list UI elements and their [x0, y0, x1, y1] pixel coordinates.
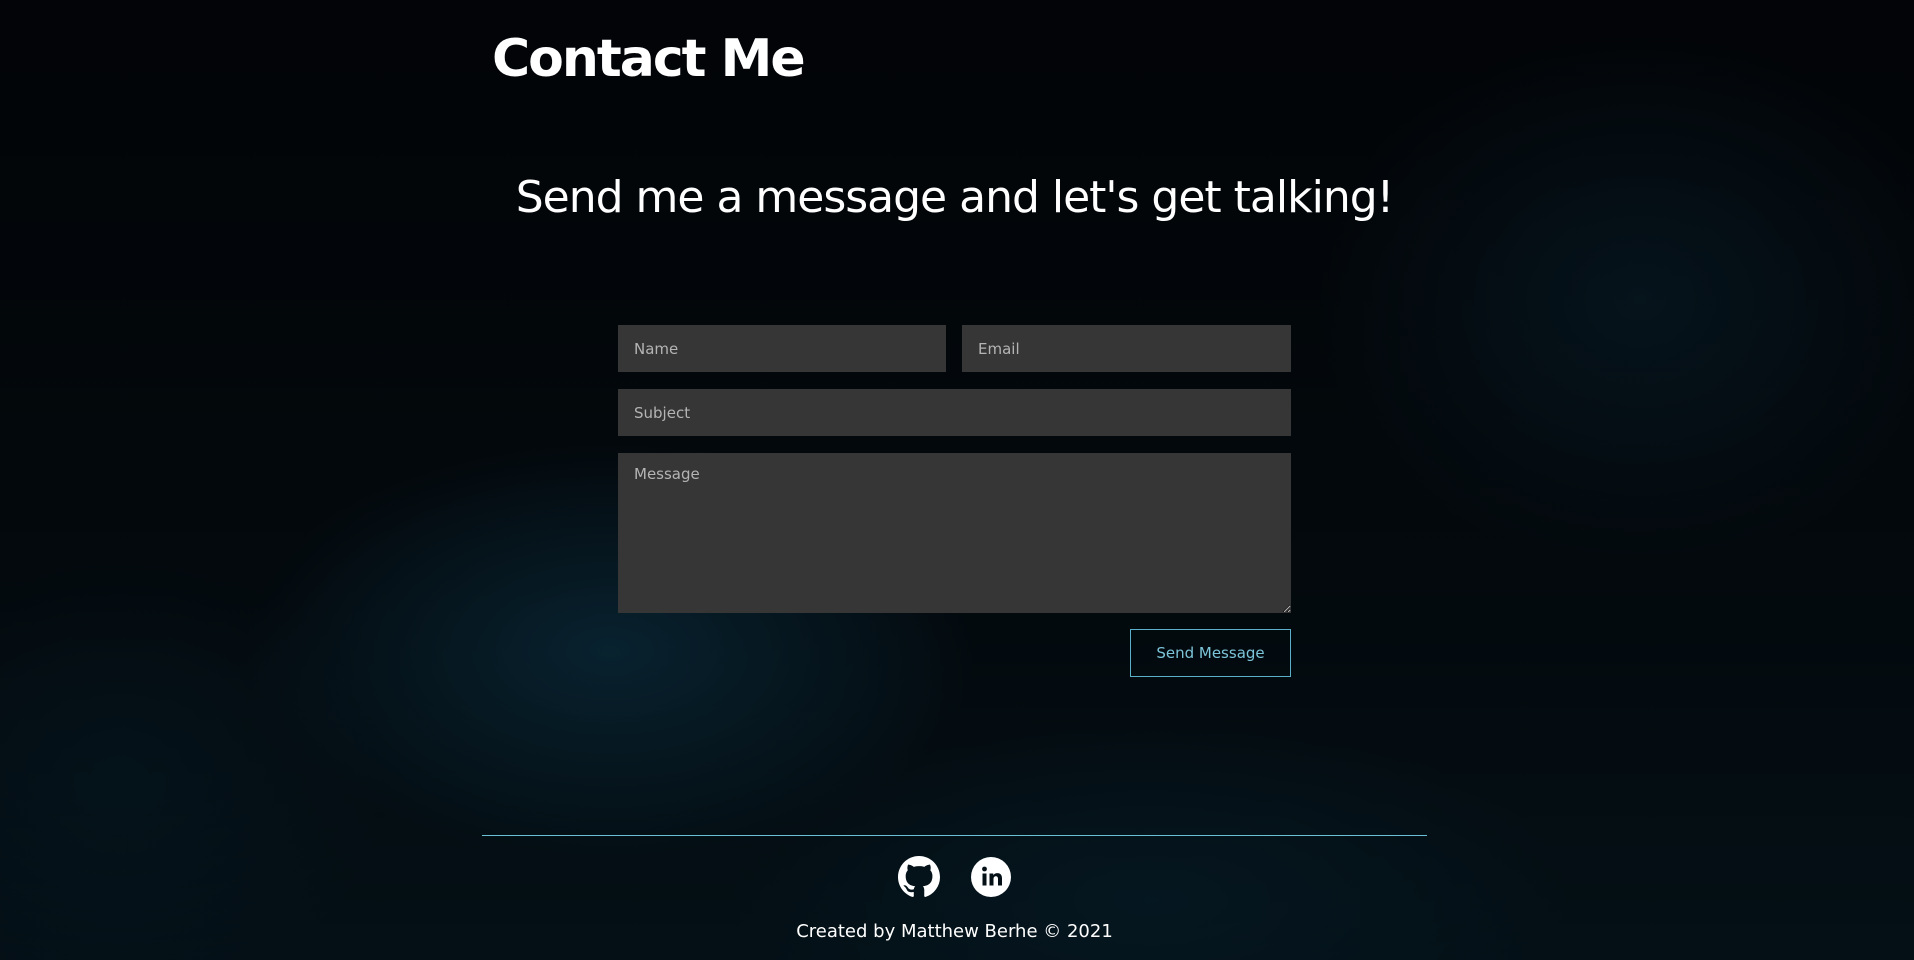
footer-credit: Created by Matthew Berhe © 2021 — [796, 921, 1113, 942]
page-title: Contact Me — [492, 29, 806, 89]
message-field[interactable] — [618, 453, 1291, 613]
subject-field[interactable] — [618, 389, 1291, 436]
linkedin-link[interactable] — [970, 856, 1012, 898]
github-icon — [898, 856, 940, 897]
email-field[interactable] — [962, 325, 1291, 372]
contact-tagline: Send me a message and let's get talking! — [515, 172, 1395, 223]
name-field[interactable] — [618, 325, 946, 372]
footer-divider — [482, 835, 1427, 836]
page-container: Contact Me Send me a message and let's g… — [482, 0, 1427, 960]
github-link[interactable] — [898, 856, 940, 898]
linkedin-icon — [971, 857, 1011, 897]
send-message-button[interactable]: Send Message — [1130, 629, 1291, 677]
